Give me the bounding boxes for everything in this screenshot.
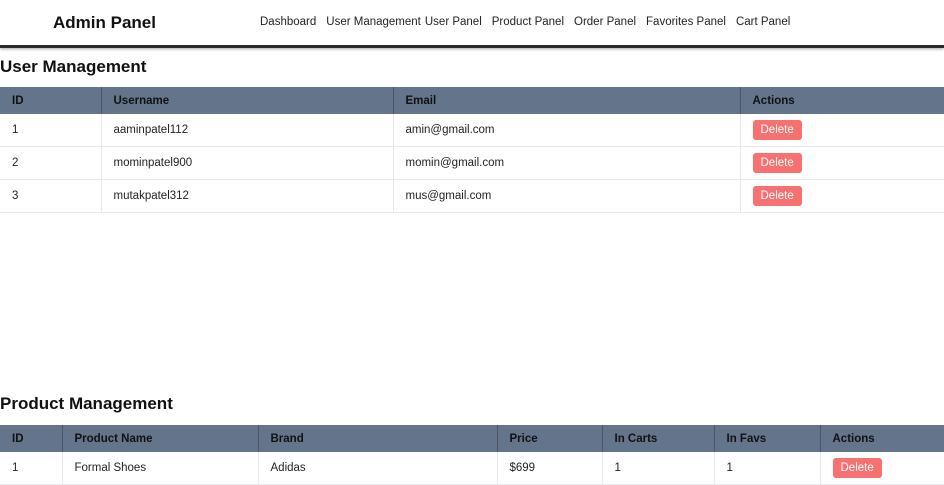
user-management-title: User Management [0,57,147,76]
column-header-in-carts: In Carts [602,425,715,452]
delete-button[interactable]: Delete [752,120,802,140]
nav-link-order-panel[interactable]: Order Panel [574,16,636,28]
table-row: 2 mominpatel900 momin@gmail.com Delete [0,146,944,180]
column-header-username: Username [101,87,394,114]
user-id: 2 [0,146,102,180]
column-header-id: ID [0,87,102,114]
nav-link-favorites-panel[interactable]: Favorites Panel [646,16,726,28]
column-header-email: Email [393,87,741,114]
column-header-actions: Actions [820,425,944,452]
nav-link-user-panel[interactable]: User Panel [425,16,482,28]
user-id: 1 [0,114,102,147]
nav-link-cart-panel[interactable]: Cart Panel [736,16,790,28]
user-username: aaminpatel112 [101,114,394,147]
column-header-brand: Brand [258,425,498,452]
user-email: mus@gmail.com [393,179,741,213]
product-in-favs: 1 [714,452,821,485]
user-email: amin@gmail.com [393,114,741,147]
product-brand: Adidas [258,452,498,485]
user-table-header: ID Username Email Actions [0,87,944,114]
nav-links: Dashboard User Management User Panel Pro… [260,16,790,28]
product-in-carts: 1 [602,452,715,485]
table-row: 1 Formal Shoes Adidas $699 1 1 Delete [0,452,944,485]
delete-button[interactable]: Delete [752,186,802,206]
column-header-in-favs: In Favs [714,425,821,452]
product-price: $699 [497,452,603,485]
column-header-actions: Actions [740,87,944,114]
user-id: 3 [0,179,102,213]
table-row: 3 mutakpatel312 mus@gmail.com Delete [0,179,944,213]
nav-link-user-management[interactable]: User Management [326,16,421,28]
column-header-product-name: Product Name [62,425,259,452]
moon-icon[interactable] [872,13,890,31]
table-row: 1 aaminpatel112 amin@gmail.com Delete [0,114,944,147]
column-header-id: ID [0,425,63,452]
brand-title: Admin Panel [53,13,156,32]
user-email: momin@gmail.com [393,146,741,180]
product-id: 1 [0,452,63,485]
nav-link-product-panel[interactable]: Product Panel [492,16,564,28]
product-table: ID Product Name Brand Price In Carts In … [0,425,944,485]
delete-button[interactable]: Delete [832,458,882,478]
navbar: Admin Panel Dashboard User Management Us… [0,0,944,48]
product-table-header: ID Product Name Brand Price In Carts In … [0,425,944,452]
user-username: mominpatel900 [101,146,394,180]
product-management-title: Product Management [0,394,173,413]
nav-link-dashboard[interactable]: Dashboard [260,16,316,28]
column-header-price: Price [497,425,603,452]
product-name: Formal Shoes [62,452,259,485]
user-username: mutakpatel312 [101,179,394,213]
user-table: ID Username Email Actions 1 aaminpatel11… [0,87,944,213]
delete-button[interactable]: Delete [752,153,802,173]
